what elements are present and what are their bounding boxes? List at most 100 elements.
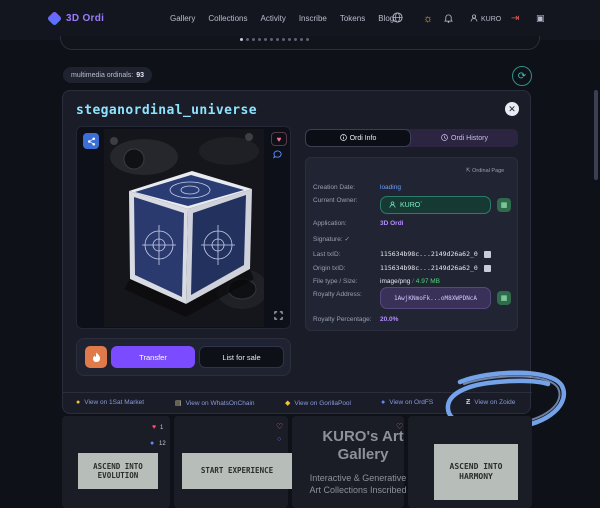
card-harmony[interactable]: ASCEND INTO HARMONY xyxy=(408,416,532,508)
nav-link-collections[interactable]: Collections xyxy=(208,14,247,23)
link-whatsonchain[interactable]: ▤ View on WhatsOnChain xyxy=(175,399,255,408)
creation-date-label: Creation Date: xyxy=(313,184,355,191)
ordfs-check-icon: ● xyxy=(381,399,386,406)
list-for-sale-button[interactable]: List for sale xyxy=(199,346,284,368)
nav-link-gallery[interactable]: Gallery xyxy=(170,14,195,23)
whatsonchain-icon: ▤ xyxy=(175,400,182,407)
comment-icon[interactable] xyxy=(273,150,282,161)
comment-icon[interactable]: ○ xyxy=(277,436,281,443)
copy-icon[interactable] xyxy=(483,250,491,258)
brand[interactable]: 3D Ordi xyxy=(46,10,105,27)
share-icon[interactable] xyxy=(83,133,99,149)
nav-link-inscribe[interactable]: Inscribe xyxy=(299,14,327,23)
signature-label-text: Signature: xyxy=(313,236,343,243)
nav-icons: ☼ xyxy=(392,12,454,26)
media-panel: ♥ xyxy=(76,126,291,329)
gorillapool-icon: ◆ xyxy=(285,400,291,407)
heart-icon[interactable]: ♡ xyxy=(276,422,283,431)
application-label: Application: xyxy=(313,220,347,227)
link-gorillapool[interactable]: ◆ View on GorillaPool xyxy=(285,399,351,408)
transfer-button[interactable]: Transfer xyxy=(111,346,195,368)
scrollbar[interactable] xyxy=(594,90,598,180)
close-icon[interactable]: ✕ xyxy=(505,102,519,116)
wallet-icon[interactable]: ▣ xyxy=(536,13,545,24)
gallery-subtitle: Interactive & Generative Art Collections… xyxy=(309,473,407,496)
royalty-percentage-value: 20.0% xyxy=(380,316,399,323)
signature-label: Signature: ✓ xyxy=(313,235,350,243)
application-value: 3D Ordi xyxy=(380,220,404,227)
sun-icon[interactable]: ☼ xyxy=(423,13,433,25)
nav-links: Gallery Collections Activity Inscribe To… xyxy=(170,14,407,23)
brand-name: 3D Ordi xyxy=(66,13,105,24)
modal-title: steganordinal_universe xyxy=(76,103,257,118)
file-type-value: image/png xyxy=(380,278,411,285)
file-type-label: File type / Size: xyxy=(313,278,358,285)
refresh-icon[interactable]: ⟳ xyxy=(512,66,532,86)
tab-ordi-history-label: Ordi History xyxy=(451,134,488,142)
origin-txid-row: 115634b98c...2149d26a62_0 xyxy=(380,264,491,272)
filter-chip[interactable]: multimedia ordinals: 93 xyxy=(63,67,153,83)
globe-icon[interactable] xyxy=(392,12,403,26)
owner-user-icon xyxy=(389,200,396,210)
external-link-icon: ⇱ xyxy=(466,168,471,174)
ordinal-info-card: ⇱ Ordinal Page Creation Date: loading Cu… xyxy=(305,157,518,331)
last-txid-label: Last txID: xyxy=(313,251,341,258)
royalty-address-label: Royalty Address: xyxy=(313,291,362,298)
tab-ordi-info-label: Ordi Info xyxy=(349,134,377,142)
heart-icon[interactable]: ♥ xyxy=(271,132,287,146)
origin-txid-label: Origin txID: xyxy=(313,265,346,272)
user-menu[interactable]: KURO xyxy=(470,14,501,24)
card-start-experience[interactable]: START EXPERIENCE ♡ ○ xyxy=(174,416,292,508)
royalty-percentage-label: Royalty Percentage: xyxy=(313,316,372,323)
card-likes: 1 xyxy=(160,425,164,431)
nav-link-activity[interactable]: Activity xyxy=(260,14,285,23)
last-txid-value[interactable]: 115634b98c...2149d26a62_0 xyxy=(380,250,478,258)
creation-date-value: loading xyxy=(380,184,401,191)
filter-chip-label: multimedia ordinals: xyxy=(71,71,134,79)
copy-icon[interactable] xyxy=(483,264,491,272)
collection-cards: ASCEND INTO EVOLUTION ♥ 1 ● 12 START EXP… xyxy=(62,416,532,508)
info-icon xyxy=(339,133,347,143)
expand-icon[interactable] xyxy=(274,311,283,322)
action-bar: Transfer List for sale xyxy=(76,338,291,376)
link-whatsonchain-label: View on WhatsOnChain xyxy=(185,399,255,407)
fire-icon[interactable] xyxy=(85,346,107,368)
file-size-value: 4.97 MB xyxy=(415,278,441,285)
bell-icon[interactable] xyxy=(444,13,454,26)
link-ordfs-label: View on OrdFS xyxy=(389,399,434,406)
qr-code-icon[interactable]: ▦ xyxy=(497,291,511,305)
1sat-icon: ● xyxy=(76,399,81,406)
logout-icon[interactable]: ⇥ xyxy=(511,13,519,24)
ordinal-image xyxy=(104,129,264,327)
origin-txid-value[interactable]: 115634b98c...2149d26a62_0 xyxy=(380,264,478,272)
qr-code-icon[interactable]: ▦ xyxy=(497,198,511,212)
user-name: KURO xyxy=(481,15,502,23)
current-owner-pill[interactable]: KURO` xyxy=(380,196,491,214)
heart-icon[interactable]: ♥ xyxy=(152,424,156,431)
user-icon xyxy=(470,14,478,24)
comment-icon[interactable]: ● xyxy=(150,440,154,447)
ordinal-page-label: Ordinal Page xyxy=(472,168,505,174)
ordinal-page-link[interactable]: ⇱ Ordinal Page xyxy=(466,168,504,174)
nav-link-tokens[interactable]: Tokens xyxy=(340,14,365,23)
history-icon xyxy=(441,133,448,143)
tab-ordi-info[interactable]: Ordi Info xyxy=(305,129,411,147)
carousel-dots[interactable] xyxy=(240,38,309,41)
gallery-title: KURO's Art Gallery xyxy=(322,428,404,463)
link-1sat-market-label: View on 1Sat Market xyxy=(84,399,145,406)
card-harmony-title: ASCEND INTO HARMONY xyxy=(434,444,518,500)
last-txid-row: 115634b98c...2149d26a62_0 xyxy=(380,250,491,258)
royalty-address-value[interactable]: 1AwjKNmoFk...oM8XWPDNcA xyxy=(380,287,491,309)
link-gorillapool-label: View on GorillaPool xyxy=(294,399,351,407)
card-evolution[interactable]: ASCEND INTO EVOLUTION ♥ 1 ● 12 xyxy=(62,416,170,508)
card-comments: 12 xyxy=(159,441,166,447)
link-ordfs[interactable]: ● View on OrdFS xyxy=(381,399,433,406)
link-1sat-market[interactable]: ● View on 1Sat Market xyxy=(76,399,144,406)
file-type-row: image/png / 4.97 MB xyxy=(380,278,441,285)
current-owner-label: Current Owner: xyxy=(313,197,358,204)
tab-ordi-history[interactable]: Ordi History xyxy=(411,129,518,147)
current-owner-value: KURO` xyxy=(400,201,423,209)
card-evolution-title: ASCEND INTO EVOLUTION xyxy=(78,453,158,489)
filter-chip-count: 93 xyxy=(136,71,145,79)
ordinal-modal: steganordinal_universe ✕ ♥ Transfer List… xyxy=(62,90,532,414)
